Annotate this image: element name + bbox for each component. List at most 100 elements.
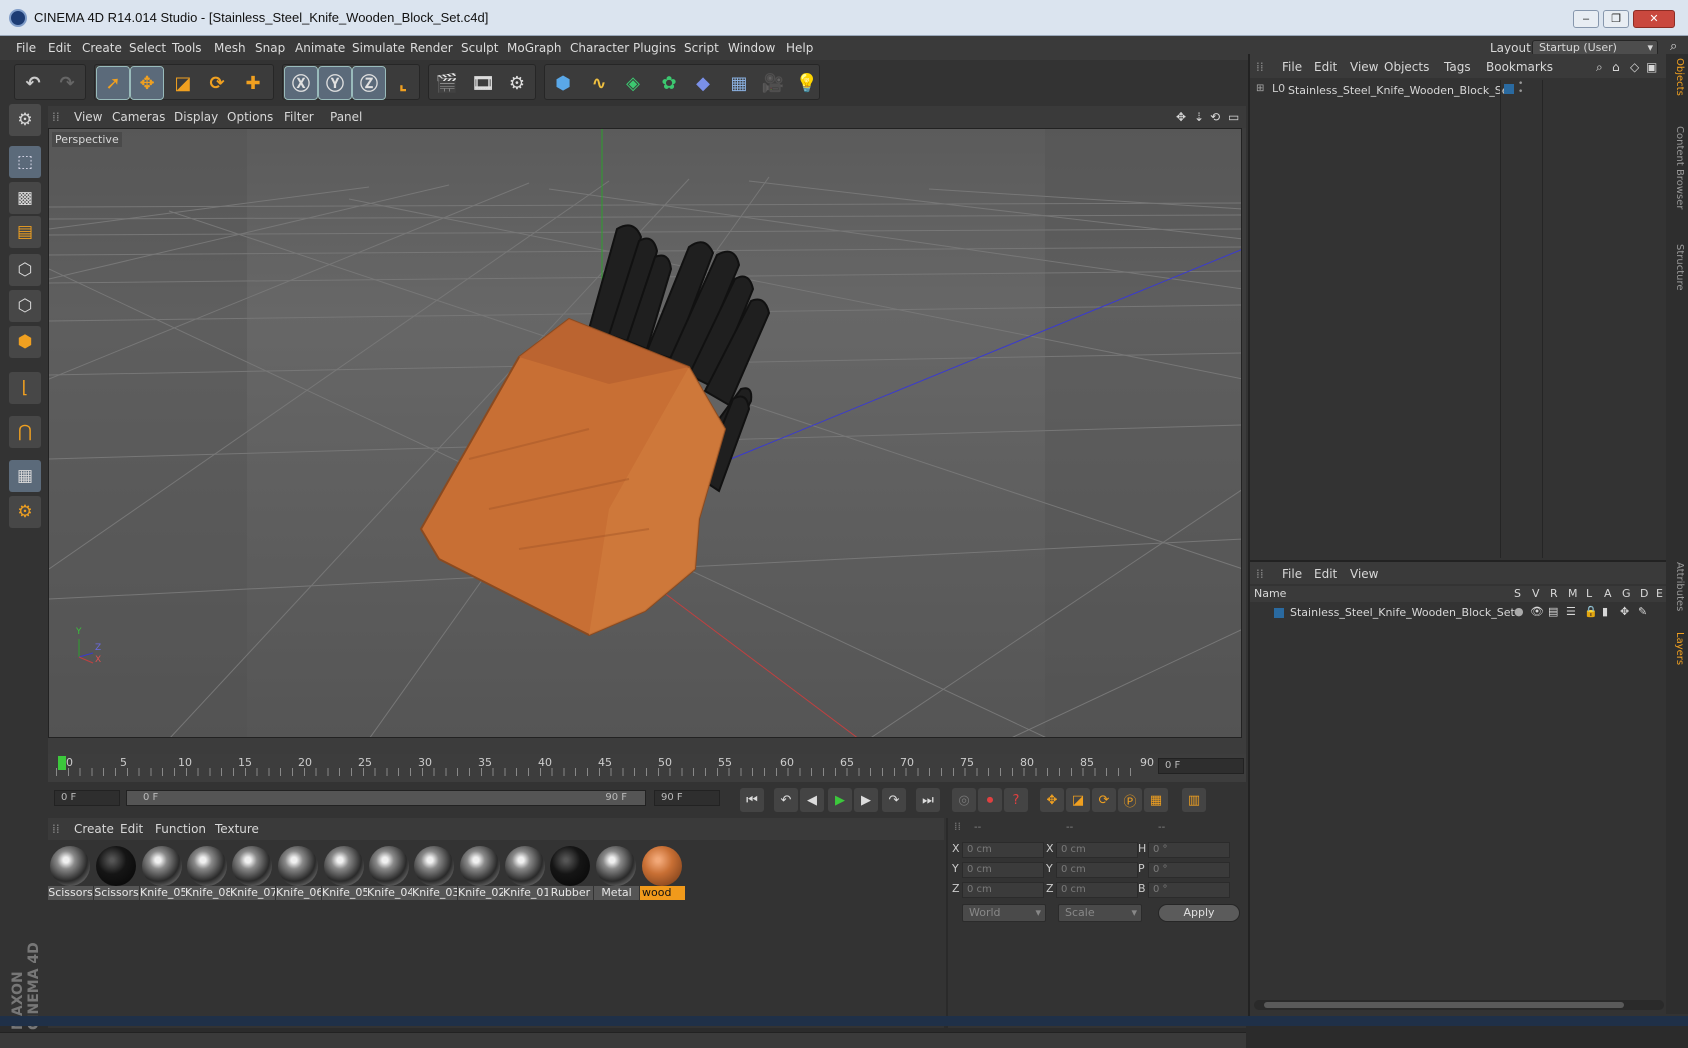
- menu-script[interactable]: Script: [684, 41, 719, 55]
- timeline-window-icon[interactable]: ▥: [1182, 788, 1206, 812]
- lock-toggle-icon[interactable]: 🔒: [1584, 605, 1598, 618]
- material-swatch-knife_01[interactable]: Knife_01: [503, 844, 548, 902]
- auto-keying-icon[interactable]: ⏺: [978, 788, 1002, 812]
- next-key-icon[interactable]: ↷: [882, 788, 906, 812]
- viewport-menu-panel[interactable]: Panel: [330, 110, 362, 124]
- apply-button[interactable]: Apply: [1158, 904, 1240, 922]
- timeline-ruler[interactable]: 0 5 10 15 20 25 30 35 40 45 50 55 60 65 …: [48, 754, 1246, 782]
- size-x-field[interactable]: 0 cm: [1056, 842, 1138, 858]
- lock-y-axis-icon[interactable]: Ⓨ: [318, 66, 352, 100]
- viewport-menu-cameras[interactable]: Cameras: [112, 110, 165, 124]
- material-menu-function[interactable]: Function: [155, 822, 206, 836]
- lock-z-axis-icon[interactable]: Ⓩ: [352, 66, 386, 100]
- tab-content-browser[interactable]: Content Browser: [1669, 126, 1685, 209]
- live-selection-icon[interactable]: ➚: [96, 66, 130, 100]
- menu-file[interactable]: File: [16, 41, 36, 55]
- axis-mode-icon[interactable]: ⌊: [9, 372, 41, 404]
- make-editable-icon[interactable]: ⚙: [9, 104, 41, 136]
- material-menu-create[interactable]: Create: [74, 822, 114, 836]
- solo-toggle-icon[interactable]: ●: [1514, 605, 1524, 618]
- timeline-playhead[interactable]: [58, 756, 66, 770]
- keyframe-selection-icon[interactable]: ?: [1004, 788, 1028, 812]
- array-icon[interactable]: ✿: [653, 67, 685, 99]
- menu-tools[interactable]: Tools: [172, 41, 202, 55]
- perspective-viewport[interactable]: Perspective Y Z X: [48, 128, 1242, 738]
- size-mode-dropdown[interactable]: Scale ▾: [1058, 904, 1142, 922]
- menu-character[interactable]: Character: [570, 41, 629, 55]
- material-swatch-knife_03[interactable]: Knife_03: [412, 844, 457, 902]
- deformer-toggle-icon[interactable]: ✎: [1638, 605, 1647, 618]
- material-swatch-metal[interactable]: Metal: [594, 844, 639, 902]
- menu-edit[interactable]: Edit: [48, 41, 71, 55]
- scrollbar-thumb[interactable]: [1264, 1002, 1624, 1008]
- edges-mode-icon[interactable]: ⬡: [9, 290, 41, 322]
- dolly-view-icon[interactable]: ⇣: [1194, 110, 1204, 124]
- menu-mesh[interactable]: Mesh: [214, 41, 246, 55]
- add-object-icon[interactable]: ✚: [237, 67, 269, 99]
- material-menu-edit[interactable]: Edit: [120, 822, 143, 836]
- tab-objects[interactable]: Objects: [1669, 58, 1685, 96]
- material-swatch-knife_05[interactable]: Knife_05: [322, 844, 367, 902]
- rotate-tool-icon[interactable]: ⟳: [201, 67, 233, 99]
- start-frame-field[interactable]: 0 F: [54, 790, 120, 806]
- menu-snap[interactable]: Snap: [255, 41, 285, 55]
- layer-menu-view[interactable]: View: [1350, 567, 1378, 581]
- collapse-icon[interactable]: ◇: [1630, 60, 1639, 74]
- viewport-menu-display[interactable]: Display: [174, 110, 218, 124]
- menu-window[interactable]: Window: [728, 41, 775, 55]
- next-frame-icon[interactable]: ▶: [854, 788, 878, 812]
- light-icon[interactable]: 💡: [791, 67, 823, 99]
- go-to-end-icon[interactable]: ⏭: [916, 788, 940, 812]
- key-rotation-icon[interactable]: ⟳: [1092, 788, 1116, 812]
- menu-render[interactable]: Render: [410, 41, 453, 55]
- points-mode-icon[interactable]: ⬡: [9, 254, 41, 286]
- object-menu-tags[interactable]: Tags: [1444, 60, 1471, 74]
- menu-create[interactable]: Create: [82, 41, 122, 55]
- horizontal-scrollbar[interactable]: [1254, 1000, 1664, 1010]
- coordinate-space-dropdown[interactable]: World ▾: [962, 904, 1046, 922]
- record-keys-icon[interactable]: ◎: [952, 788, 976, 812]
- camera-icon[interactable]: 🎥: [757, 67, 789, 99]
- spline-icon[interactable]: ∿: [583, 67, 615, 99]
- menu-sculpt[interactable]: Sculpt: [461, 41, 498, 55]
- render-settings-icon[interactable]: ⚙: [501, 67, 533, 99]
- material-swatch-knife_07[interactable]: Knife_07: [230, 844, 275, 902]
- animation-toggle-icon[interactable]: ▮: [1602, 605, 1608, 618]
- current-frame-field[interactable]: 0 F: [1158, 758, 1244, 774]
- model-mode-icon[interactable]: ⬚: [9, 146, 41, 178]
- viewport-menu-filter[interactable]: Filter: [284, 110, 314, 124]
- frame-range-slider[interactable]: 0 F 90 F: [126, 790, 646, 806]
- layer-row[interactable]: Stainless_Steel_Knife_Wooden_Block_Set ●…: [1250, 604, 1668, 622]
- material-swatch-scissors[interactable]: Scissors: [48, 844, 93, 902]
- pos-z-field[interactable]: 0 cm: [962, 882, 1044, 898]
- pos-y-field[interactable]: 0 cm: [962, 862, 1044, 878]
- close-button[interactable]: ✕: [1633, 10, 1675, 28]
- menu-animate[interactable]: Animate: [295, 41, 345, 55]
- nurbs-icon[interactable]: ◈: [617, 67, 649, 99]
- layer-menu-file[interactable]: File: [1282, 567, 1302, 581]
- viewport-menu-view[interactable]: View: [74, 110, 102, 124]
- previous-key-icon[interactable]: ↶: [774, 788, 798, 812]
- new-window-icon[interactable]: ▣: [1646, 60, 1657, 74]
- generator-toggle-icon[interactable]: ✥: [1620, 605, 1629, 618]
- menu-simulate[interactable]: Simulate: [352, 41, 405, 55]
- pan-view-icon[interactable]: ✥: [1176, 110, 1186, 124]
- material-swatch-knife_08[interactable]: Knife_08: [185, 844, 230, 902]
- move-tool-icon[interactable]: ✥: [130, 66, 164, 100]
- object-menu-objects[interactable]: Objects: [1384, 60, 1429, 74]
- pos-x-field[interactable]: 0 cm: [962, 842, 1044, 858]
- deformer-icon[interactable]: ◆: [687, 67, 719, 99]
- visibility-dots-icon[interactable]: • •: [1518, 80, 1523, 97]
- tab-structure[interactable]: Structure: [1669, 244, 1685, 291]
- expand-icon[interactable]: ⊞: [1256, 83, 1264, 94]
- material-menu-texture[interactable]: Texture: [215, 822, 259, 836]
- tab-layers[interactable]: Layers: [1669, 632, 1685, 665]
- polygons-mode-icon[interactable]: ⬢: [9, 326, 41, 358]
- render-picture-viewer-icon[interactable]: 🎞: [467, 67, 499, 99]
- redo-icon[interactable]: ↷: [51, 67, 83, 99]
- key-scale-icon[interactable]: ◪: [1066, 788, 1090, 812]
- maximize-button[interactable]: ❐: [1603, 10, 1629, 28]
- search-icon[interactable]: ⌕: [1670, 39, 1677, 54]
- workplane-icon[interactable]: ▤: [9, 216, 41, 248]
- rot-h-field[interactable]: 0 °: [1148, 842, 1230, 858]
